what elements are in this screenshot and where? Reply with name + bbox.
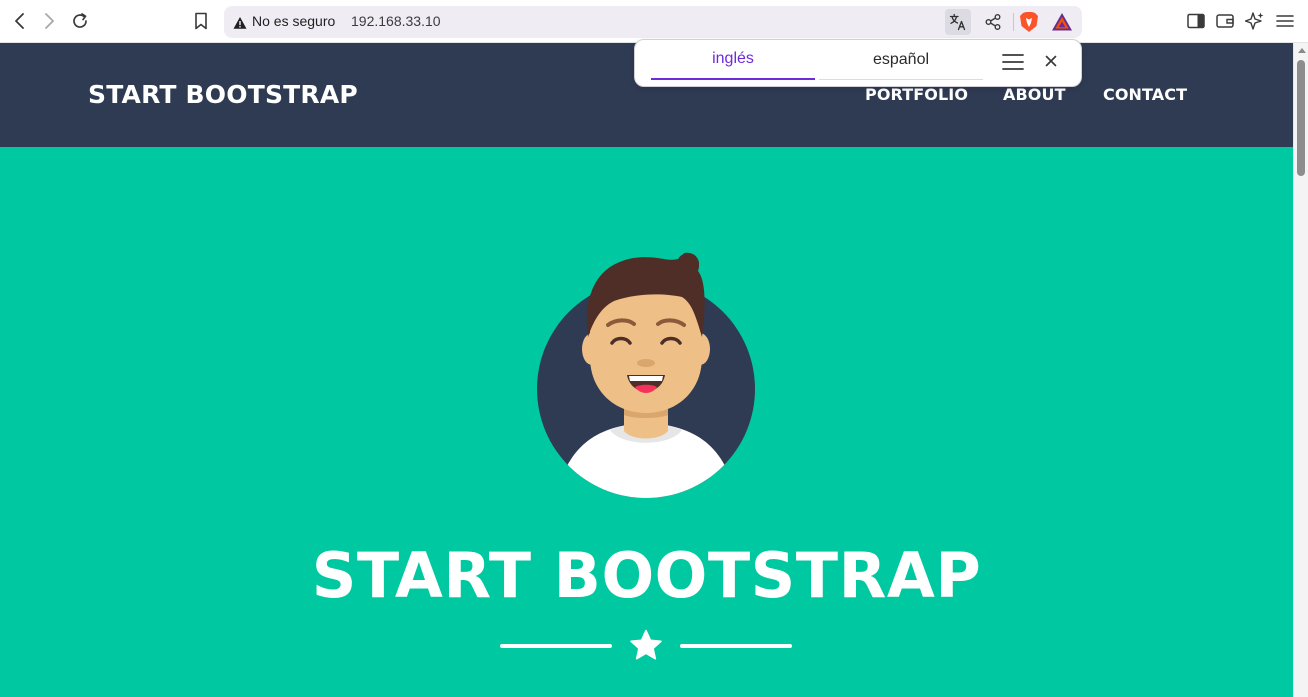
browser-toolbar: No es seguro 192.168.33.10: [0, 0, 1308, 43]
tab-target-language[interactable]: español: [819, 40, 983, 80]
bookmark-icon[interactable]: [190, 10, 212, 32]
nav-link-portfolio[interactable]: PORTFOLIO: [865, 85, 968, 104]
wallet-icon[interactable]: [1214, 10, 1236, 32]
leo-ai-icon[interactable]: [1244, 10, 1266, 32]
scroll-up-arrow-icon[interactable]: [1298, 48, 1306, 53]
navbar-brand[interactable]: START BOOTSTRAP: [88, 80, 358, 109]
translate-popup: inglés español: [634, 39, 1082, 87]
sidebar-icon[interactable]: [1185, 10, 1207, 32]
menu-icon[interactable]: [1274, 10, 1296, 32]
brave-shields-icon[interactable]: [1019, 11, 1039, 33]
avatar-image: [536, 247, 756, 499]
divider-line-left: [500, 644, 612, 648]
nav-link-contact[interactable]: CONTACT: [1103, 85, 1187, 104]
scroll-thumb[interactable]: [1297, 60, 1305, 176]
star-divider: [500, 627, 792, 663]
nav-link-about[interactable]: ABOUT: [1003, 85, 1066, 104]
omnibox-divider: [1013, 13, 1014, 31]
forward-icon[interactable]: [38, 10, 60, 32]
brave-rewards-icon[interactable]: [1051, 12, 1073, 32]
translate-options-icon[interactable]: [1001, 52, 1025, 72]
security-label[interactable]: No es seguro: [252, 13, 335, 29]
divider-line-right: [680, 644, 792, 648]
masthead-heading: START BOOTSTRAP: [311, 539, 982, 612]
translate-icon[interactable]: [945, 9, 971, 35]
back-icon[interactable]: [9, 10, 31, 32]
url-text[interactable]: 192.168.33.10: [351, 13, 441, 29]
reload-icon[interactable]: [69, 10, 91, 32]
masthead: START BOOTSTRAP: [0, 147, 1293, 697]
close-icon[interactable]: [1042, 52, 1060, 70]
page-scrollbar[interactable]: [1293, 43, 1308, 697]
address-bar[interactable]: No es seguro 192.168.33.10: [224, 6, 1082, 38]
warning-icon[interactable]: [233, 15, 247, 29]
share-icon[interactable]: [983, 12, 1003, 32]
star-icon: [629, 629, 663, 663]
tab-source-language[interactable]: inglés: [651, 40, 815, 80]
